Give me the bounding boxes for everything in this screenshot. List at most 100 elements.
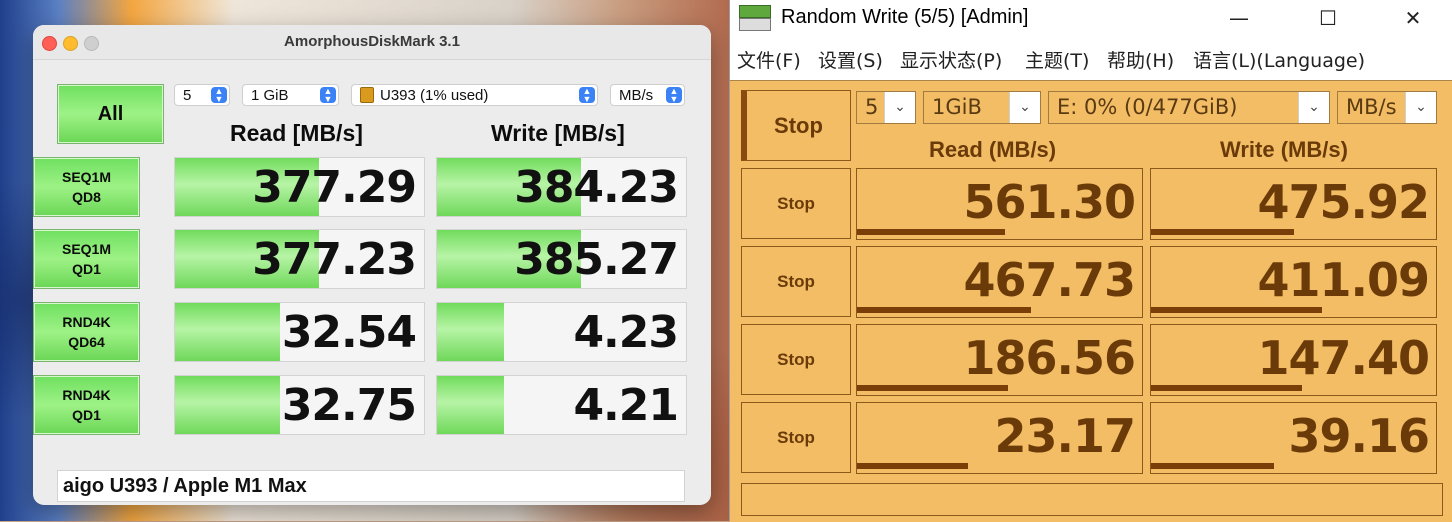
- menu-display[interactable]: 显示状态(P): [900, 46, 1002, 73]
- read-value: 561.30: [963, 175, 1136, 229]
- read-progress-bar: [857, 463, 969, 469]
- chevron-down-icon: ⌄: [1009, 92, 1040, 123]
- comment-field[interactable]: aigo U393 / Apple M1 Max: [57, 470, 685, 502]
- stop-button-row1[interactable]: Stop: [741, 168, 851, 239]
- test-label-line2: QD8: [72, 189, 101, 205]
- cdm-benchmark-panel: Stop 5 ⌄ 1GiB ⌄ E: 0% (0/477GiB) ⌄ MB/s …: [730, 80, 1452, 522]
- write-result-cell: 39.16: [1150, 402, 1437, 474]
- size-select[interactable]: 1GiB ⌄: [923, 91, 1041, 124]
- read-result-cell: 23.17: [856, 402, 1143, 474]
- comment-field[interactable]: [741, 483, 1443, 516]
- app-icon: [739, 5, 771, 31]
- test-label-line1: RND4K: [62, 314, 111, 330]
- read-value: 377.23: [252, 234, 417, 285]
- size-select-value: 1GiB: [932, 95, 982, 119]
- test-button-seq1m-qd8[interactable]: SEQ1M QD8: [33, 157, 140, 217]
- size-select-value: 1 GiB: [251, 86, 289, 104]
- drive-select[interactable]: E: 0% (0/477GiB) ⌄: [1048, 91, 1330, 124]
- menu-theme[interactable]: 主题(T): [1025, 46, 1089, 73]
- menu-language[interactable]: 语言(L)(Language): [1193, 46, 1365, 73]
- menu-bar: 文件(F) 设置(S) 显示状态(P) 主题(T) 帮助(H) 语言(L)(La…: [730, 42, 1452, 74]
- crystaldiskmark-window: Random Write (5/5) [Admin] — ☐ ✕ 文件(F) 设…: [729, 0, 1452, 522]
- test-button-rnd4k-qd1[interactable]: RND4K QD1: [33, 375, 140, 435]
- window-title: Random Write (5/5) [Admin]: [781, 6, 1029, 28]
- write-result-cell: 4.23: [436, 302, 687, 362]
- write-progress-bar: [1151, 307, 1322, 313]
- chevron-down-icon: ⌄: [884, 92, 915, 123]
- test-label-line1: SEQ1M: [61, 169, 111, 185]
- maximize-button[interactable]: ☐: [1305, 4, 1351, 32]
- write-value: 411.09: [1257, 253, 1430, 307]
- test-label-line2: QD1: [72, 407, 101, 423]
- menu-settings[interactable]: 设置(S): [818, 46, 883, 73]
- read-result-cell: 377.29: [174, 157, 425, 217]
- write-progress-bar: [1151, 229, 1294, 235]
- minimize-button[interactable]: —: [1216, 4, 1262, 32]
- write-progress-bar: [1151, 385, 1303, 391]
- stop-button-row2[interactable]: Stop: [741, 246, 851, 317]
- read-value: 467.73: [963, 253, 1136, 307]
- read-progress-bar: [857, 307, 1031, 313]
- menu-file[interactable]: 文件(F): [737, 46, 801, 73]
- write-progress-bar: [437, 376, 505, 434]
- win-title-bar: Random Write (5/5) [Admin] — ☐ ✕: [730, 0, 1452, 36]
- unit-select-value: MB/s: [619, 86, 654, 104]
- write-value: 475.92: [1257, 175, 1430, 229]
- read-progress-bar: [175, 376, 280, 434]
- amorphous-diskmark-window: AmorphousDiskMark 3.1 All 5 ▲ ▼ 1 GiB ▲ ▼ …: [33, 25, 711, 505]
- window-title: AmorphousDiskMark 3.1: [284, 33, 460, 50]
- chevron-updown-icon: ▲ ▼: [666, 87, 682, 104]
- write-value: 384.23: [514, 162, 679, 213]
- mac-title-bar: AmorphousDiskMark 3.1: [33, 25, 711, 60]
- read-progress-bar: [857, 385, 1009, 391]
- read-column-header: Read (MB/s): [929, 137, 1057, 162]
- test-label-line2: QD1: [72, 261, 101, 277]
- read-progress-bar: [857, 229, 1006, 235]
- write-column-header: Write (MB/s): [1220, 137, 1348, 162]
- read-result-cell: 561.30: [856, 168, 1143, 240]
- drive-select[interactable]: U393 (1% used) ▲ ▼: [351, 84, 598, 106]
- test-button-rnd4k-qd64[interactable]: RND4K QD64: [33, 302, 140, 362]
- write-value: 4.21: [573, 380, 679, 431]
- test-button-seq1m-qd1[interactable]: SEQ1M QD1: [33, 229, 140, 289]
- write-progress-bar: [1151, 463, 1274, 469]
- count-select-value: 5: [183, 86, 192, 104]
- test-label-line1: RND4K: [62, 387, 111, 403]
- read-value: 186.56: [963, 331, 1136, 385]
- chevron-down-icon: ⌄: [1405, 92, 1436, 123]
- drive-select-value: U393 (1% used): [380, 86, 489, 104]
- read-result-cell: 186.56: [856, 324, 1143, 396]
- unit-select[interactable]: MB/s ▲ ▼: [610, 84, 685, 106]
- close-button[interactable]: ✕: [1390, 4, 1436, 32]
- stop-button-row4[interactable]: Stop: [741, 402, 851, 473]
- write-result-cell: 411.09: [1150, 246, 1437, 318]
- read-value: 32.75: [281, 380, 417, 431]
- read-progress-bar: [175, 303, 280, 361]
- write-value: 4.23: [573, 307, 679, 358]
- count-select[interactable]: 5 ⌄: [856, 91, 916, 124]
- write-progress-bar: [437, 303, 505, 361]
- read-value: 377.29: [252, 162, 417, 213]
- read-result-cell: 377.23: [174, 229, 425, 289]
- menu-help[interactable]: 帮助(H): [1107, 46, 1174, 73]
- all-button[interactable]: All: [57, 84, 164, 144]
- size-select[interactable]: 1 GiB ▲ ▼: [242, 84, 339, 106]
- stop-all-button[interactable]: Stop: [741, 90, 851, 161]
- write-value: 39.16: [1288, 409, 1430, 463]
- chevron-updown-icon: ▲ ▼: [211, 87, 227, 104]
- unit-select[interactable]: MB/s ⌄: [1337, 91, 1437, 124]
- write-value: 147.40: [1257, 331, 1430, 385]
- unit-select-value: MB/s: [1346, 95, 1397, 119]
- read-result-cell: 467.73: [856, 246, 1143, 318]
- count-select[interactable]: 5 ▲ ▼: [174, 84, 230, 106]
- test-label-line2: QD64: [68, 334, 105, 350]
- write-result-cell: 384.23: [436, 157, 687, 217]
- read-column-header: Read [MB/s]: [230, 120, 363, 146]
- write-result-cell: 4.21: [436, 375, 687, 435]
- test-label-line1: SEQ1M: [61, 241, 111, 257]
- read-value: 23.17: [994, 409, 1136, 463]
- stop-button-row3[interactable]: Stop: [741, 324, 851, 395]
- write-value: 385.27: [514, 234, 679, 285]
- read-result-cell: 32.54: [174, 302, 425, 362]
- read-value: 32.54: [281, 307, 417, 358]
